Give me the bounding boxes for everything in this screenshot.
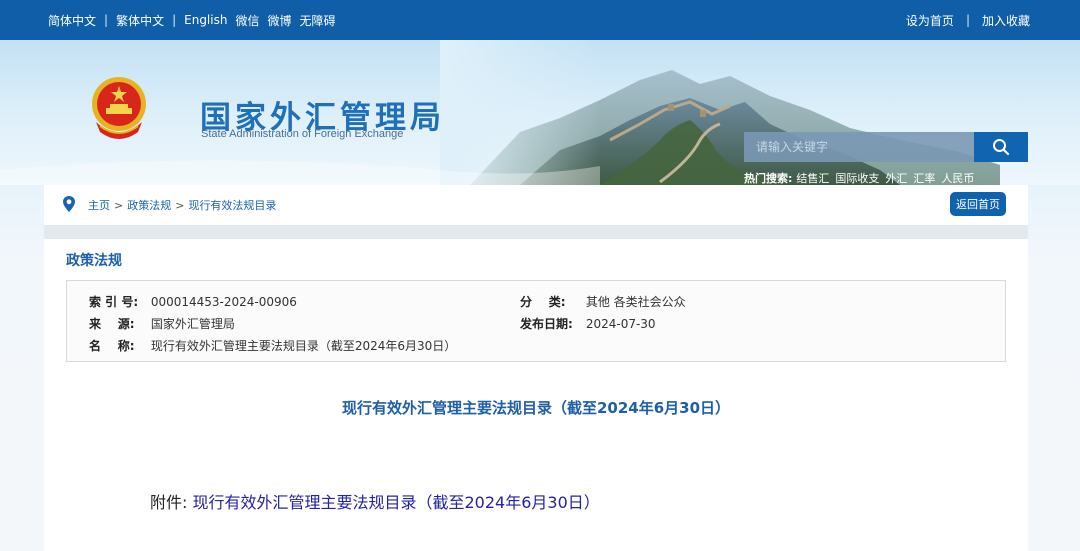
hot-keyword[interactable]: 国际收支 — [835, 170, 879, 185]
separator: | — [104, 13, 109, 27]
meta-date-label: 发布日期: — [520, 317, 573, 331]
search-button[interactable] — [974, 132, 1028, 162]
hot-keyword[interactable]: 结售汇 — [796, 170, 829, 185]
top-bar: 简体中文 | 繁体中文 | English 微信 微博 无障碍 设为首页 | 加… — [0, 0, 1080, 40]
hot-keyword[interactable]: 汇率 — [913, 170, 935, 185]
meta-name: 名 称: 现行有效外汇管理主要法规目录（截至2024年6月30日） — [89, 337, 456, 354]
hot-search: 热门搜索: 结售汇 国际收支 外汇 汇率 人民币 — [744, 170, 980, 185]
breadcrumb-bar: 主页 > 政策法规 > 现行有效法规目录 返回首页 — [44, 185, 1028, 225]
document-meta: 索 引 号: 000014453-2024-00906 分 类: 其他 各类社会… — [66, 280, 1006, 362]
breadcrumb-current[interactable]: 现行有效法规目录 — [188, 197, 276, 213]
divider-stripe — [44, 225, 1028, 239]
attachment-label: 附件: — [150, 493, 188, 512]
lang-traditional-link[interactable]: 繁体中文 — [116, 12, 164, 29]
lang-english-link[interactable]: English — [184, 13, 227, 27]
language-links: 简体中文 | 繁体中文 | English 微信 微博 无障碍 — [48, 0, 336, 40]
breadcrumb: 主页 > 政策法规 > 现行有效法规目录 — [88, 185, 276, 225]
utility-links: 设为首页 | 加入收藏 — [906, 0, 1030, 40]
content-card: 政策法规 索 引 号: 000014453-2024-00906 分 类: 其他… — [44, 239, 1028, 551]
wechat-link[interactable]: 微信 — [235, 12, 259, 29]
attachment-link[interactable]: 现行有效外汇管理主要法规目录（截至2024年6月30日） — [193, 493, 600, 512]
meta-category-value: 其他 各类社会公众 — [585, 295, 686, 309]
meta-source-value: 国家外汇管理局 — [150, 317, 235, 331]
breadcrumb-arrow: > — [175, 198, 185, 212]
search-box — [744, 132, 1028, 162]
section-title: 政策法规 — [66, 253, 122, 269]
meta-date-value: 2024-07-30 — [585, 317, 656, 331]
attachment: 附件: 现行有效外汇管理主要法规目录（截至2024年6月30日） — [150, 489, 600, 513]
site-subtitle: State Administration of Foreign Exchange — [201, 128, 404, 140]
separator: | — [965, 13, 970, 27]
weibo-link[interactable]: 微博 — [267, 12, 291, 29]
hot-search-label: 热门搜索: — [744, 172, 793, 185]
meta-category-label: 分 类: — [520, 295, 566, 309]
meta-name-value: 现行有效外汇管理主要法规目录（截至2024年6月30日） — [150, 339, 457, 353]
hot-keyword[interactable]: 外汇 — [885, 170, 907, 185]
location-pin-icon — [63, 196, 75, 212]
meta-source: 来 源: 国家外汇管理局 — [89, 315, 235, 332]
meta-name-label: 名 称: — [89, 339, 135, 353]
lang-simplified-link[interactable]: 简体中文 — [48, 12, 96, 29]
search-input[interactable] — [744, 132, 974, 162]
meta-index: 索 引 号: 000014453-2024-00906 — [89, 293, 297, 310]
meta-index-value: 000014453-2024-00906 — [150, 295, 297, 309]
breadcrumb-home[interactable]: 主页 — [88, 197, 110, 213]
accessibility-link[interactable]: 无障碍 — [300, 12, 336, 29]
document-title: 现行有效外汇管理主要法规目录（截至2024年6月30日） — [341, 399, 731, 417]
add-favorite-link[interactable]: 加入收藏 — [982, 12, 1030, 29]
national-emblem-icon[interactable] — [86, 74, 152, 144]
search-icon — [993, 139, 1010, 156]
hot-keyword[interactable]: 人民币 — [941, 170, 974, 185]
meta-index-label: 索 引 号: — [89, 295, 139, 309]
meta-source-label: 来 源: — [89, 317, 135, 331]
meta-date: 发布日期: 2024-07-30 — [520, 315, 656, 332]
breadcrumb-arrow: > — [114, 198, 124, 212]
great-wall-scenery — [0, 40, 1000, 185]
meta-category: 分 类: 其他 各类社会公众 — [520, 293, 686, 310]
header-banner: 国家外汇管理局 State Administration of Foreign … — [0, 40, 1080, 185]
separator: | — [172, 13, 177, 27]
back-home-button[interactable]: 返回首页 — [950, 192, 1006, 216]
set-home-link[interactable]: 设为首页 — [906, 12, 954, 29]
breadcrumb-policy[interactable]: 政策法规 — [127, 197, 171, 213]
